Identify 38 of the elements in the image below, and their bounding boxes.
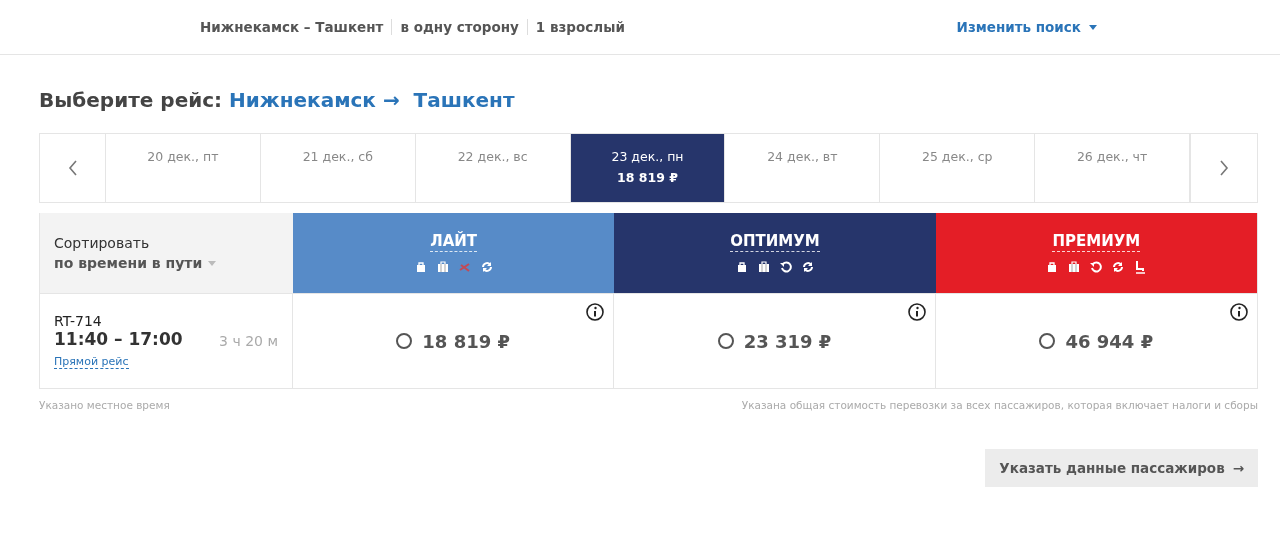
- caret-icon: [1089, 24, 1097, 30]
- passenger-count: 1 взрослый: [535, 19, 625, 35]
- info-icon[interactable]: [1230, 303, 1248, 321]
- page-title: Выберите рейс: Нижнекамск → Ташкент: [39, 88, 516, 112]
- info-icon[interactable]: [586, 303, 605, 321]
- fare-price: 23 319 ₽: [743, 330, 832, 352]
- change-search-link[interactable]: Изменить поиск: [956, 19, 1097, 35]
- radio-button[interactable]: [396, 333, 413, 349]
- local-time-note: Указано местное время: [39, 399, 170, 411]
- flight-number: RT-714: [54, 313, 103, 329]
- sort-value: по времени в пути: [54, 255, 203, 271]
- date-tab[interactable]: 22 дек., вс: [415, 134, 571, 202]
- trip-type: в одну сторону: [400, 19, 519, 35]
- fare-price: 18 819 ₽: [422, 330, 510, 352]
- passenger-data-button[interactable]: Указать данные пассажиров →: [985, 449, 1258, 487]
- fare-name[interactable]: ЛАЙТ: [430, 232, 478, 252]
- date-tab[interactable]: 26 дек., чт: [1035, 134, 1190, 202]
- direct-flight-link[interactable]: Прямой рейс: [54, 355, 129, 369]
- fare-price: 46 944 ₽: [1065, 330, 1154, 352]
- chevron-right-icon[interactable]: [1219, 160, 1229, 176]
- radio-button[interactable]: [717, 333, 734, 349]
- chevron-left-icon[interactable]: [67, 160, 78, 176]
- caret-icon: [208, 260, 217, 266]
- price-note: Указана общая стоимость перевозки за всех пассажиров, которая включает налоги и сборы: [741, 399, 1258, 411]
- radio-button[interactable]: [1039, 333, 1056, 349]
- route-summary: Нижнекамск – Ташкент: [200, 19, 384, 35]
- fare-name[interactable]: ПРЕМИУМ: [1052, 232, 1141, 252]
- sort-label: Сортировать: [54, 235, 151, 251]
- date-tab[interactable]: 20 дек., пт: [106, 134, 261, 202]
- date-tab[interactable]: 25 дек., ср: [880, 134, 1036, 202]
- fare-name[interactable]: ОПТИМУМ: [730, 232, 820, 252]
- date-tab[interactable]: 23 дек., пн 18 819 ₽: [570, 134, 726, 202]
- date-tab[interactable]: 24 дек., вт: [725, 134, 881, 202]
- flight-time: 11:40 – 17:00: [54, 329, 183, 349]
- sort-panel[interactable]: Сортировать по времени в пути: [40, 213, 293, 293]
- flight-duration: 3 ч 20 м: [219, 333, 278, 349]
- info-icon[interactable]: [907, 303, 926, 321]
- date-tab[interactable]: 21 дек., сб: [260, 134, 416, 202]
